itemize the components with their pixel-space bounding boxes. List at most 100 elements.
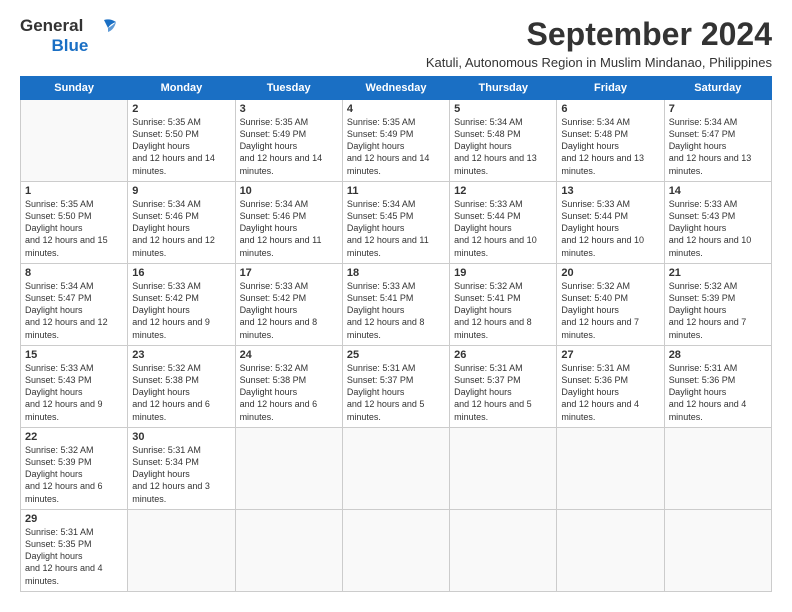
table-row [235,428,342,510]
table-row: 4Sunrise: 5:35 AMSunset: 5:49 PMDaylight… [342,100,449,182]
day-number: 8 [25,267,123,279]
table-row: 28Sunrise: 5:31 AMSunset: 5:36 PMDayligh… [664,346,771,428]
day-info: Sunrise: 5:34 AMSunset: 5:46 PMDaylight … [132,198,230,259]
header-wednesday: Wednesday [342,77,449,100]
day-number: 2 [132,103,230,115]
table-row: 23Sunrise: 5:32 AMSunset: 5:38 PMDayligh… [128,346,235,428]
table-row: 25Sunrise: 5:31 AMSunset: 5:37 PMDayligh… [342,346,449,428]
day-number: 4 [347,103,445,115]
table-row [128,510,235,592]
header-saturday: Saturday [664,77,771,100]
day-info: Sunrise: 5:33 AMSunset: 5:42 PMDaylight … [132,280,230,341]
day-number: 20 [561,267,659,279]
table-row [664,510,771,592]
day-number: 11 [347,185,445,197]
logo-blue: Blue [51,36,88,55]
day-info: Sunrise: 5:34 AMSunset: 5:47 PMDaylight … [25,280,123,341]
table-row: 10Sunrise: 5:34 AMSunset: 5:46 PMDayligh… [235,182,342,264]
table-row: 8Sunrise: 5:34 AMSunset: 5:47 PMDaylight… [21,264,128,346]
header-sunday: Sunday [21,77,128,100]
table-row [450,510,557,592]
day-number: 6 [561,103,659,115]
day-number: 15 [25,349,123,361]
day-info: Sunrise: 5:32 AMSunset: 5:38 PMDaylight … [132,362,230,423]
logo: General Blue [20,16,118,56]
table-row [557,428,664,510]
calendar-week-row: 2Sunrise: 5:35 AMSunset: 5:50 PMDaylight… [21,100,772,182]
day-info: Sunrise: 5:33 AMSunset: 5:44 PMDaylight … [561,198,659,259]
day-number: 23 [132,349,230,361]
day-number: 13 [561,185,659,197]
day-number: 5 [454,103,552,115]
table-row [235,510,342,592]
table-row: 9Sunrise: 5:34 AMSunset: 5:46 PMDaylight… [128,182,235,264]
day-info: Sunrise: 5:32 AMSunset: 5:38 PMDaylight … [240,362,338,423]
table-row: 11Sunrise: 5:34 AMSunset: 5:45 PMDayligh… [342,182,449,264]
table-row: 14Sunrise: 5:33 AMSunset: 5:43 PMDayligh… [664,182,771,264]
header-tuesday: Tuesday [235,77,342,100]
day-info: Sunrise: 5:34 AMSunset: 5:48 PMDaylight … [454,116,552,177]
table-row: 27Sunrise: 5:31 AMSunset: 5:36 PMDayligh… [557,346,664,428]
day-info: Sunrise: 5:31 AMSunset: 5:36 PMDaylight … [669,362,767,423]
day-info: Sunrise: 5:31 AMSunset: 5:37 PMDaylight … [347,362,445,423]
table-row: 30Sunrise: 5:31 AMSunset: 5:34 PMDayligh… [128,428,235,510]
table-row [664,428,771,510]
day-info: Sunrise: 5:34 AMSunset: 5:48 PMDaylight … [561,116,659,177]
day-info: Sunrise: 5:32 AMSunset: 5:39 PMDaylight … [25,444,123,505]
day-info: Sunrise: 5:32 AMSunset: 5:39 PMDaylight … [669,280,767,341]
logo-bird-icon [90,18,118,36]
header-friday: Friday [557,77,664,100]
day-number: 21 [669,267,767,279]
table-row [450,428,557,510]
day-info: Sunrise: 5:34 AMSunset: 5:45 PMDaylight … [347,198,445,259]
day-number: 14 [669,185,767,197]
table-row [21,100,128,182]
day-number: 10 [240,185,338,197]
table-row: 1Sunrise: 5:35 AMSunset: 5:50 PMDaylight… [21,182,128,264]
day-number: 26 [454,349,552,361]
header-thursday: Thursday [450,77,557,100]
month-title: September 2024 [426,16,772,53]
table-row: 24Sunrise: 5:32 AMSunset: 5:38 PMDayligh… [235,346,342,428]
title-section: September 2024 Katuli, Autonomous Region… [426,16,772,70]
calendar-week-row: 8Sunrise: 5:34 AMSunset: 5:47 PMDaylight… [21,264,772,346]
calendar-header-row: Sunday Monday Tuesday Wednesday Thursday… [21,77,772,100]
day-number: 17 [240,267,338,279]
day-number: 18 [347,267,445,279]
day-number: 22 [25,431,123,443]
day-info: Sunrise: 5:31 AMSunset: 5:37 PMDaylight … [454,362,552,423]
day-number: 3 [240,103,338,115]
day-number: 29 [25,513,123,525]
location-subtitle: Katuli, Autonomous Region in Muslim Mind… [426,55,772,70]
calendar-week-row: 22Sunrise: 5:32 AMSunset: 5:39 PMDayligh… [21,428,772,510]
day-number: 1 [25,185,123,197]
day-number: 27 [561,349,659,361]
table-row: 20Sunrise: 5:32 AMSunset: 5:40 PMDayligh… [557,264,664,346]
page-header: General Blue September 2024 Katuli, Auto… [20,16,772,70]
day-number: 9 [132,185,230,197]
table-row: 2Sunrise: 5:35 AMSunset: 5:50 PMDaylight… [128,100,235,182]
table-row [342,510,449,592]
day-number: 16 [132,267,230,279]
day-info: Sunrise: 5:33 AMSunset: 5:44 PMDaylight … [454,198,552,259]
day-number: 7 [669,103,767,115]
day-info: Sunrise: 5:35 AMSunset: 5:49 PMDaylight … [347,116,445,177]
table-row: 17Sunrise: 5:33 AMSunset: 5:42 PMDayligh… [235,264,342,346]
table-row: 19Sunrise: 5:32 AMSunset: 5:41 PMDayligh… [450,264,557,346]
table-row: 22Sunrise: 5:32 AMSunset: 5:39 PMDayligh… [21,428,128,510]
table-row: 5Sunrise: 5:34 AMSunset: 5:48 PMDaylight… [450,100,557,182]
day-info: Sunrise: 5:33 AMSunset: 5:42 PMDaylight … [240,280,338,341]
table-row: 16Sunrise: 5:33 AMSunset: 5:42 PMDayligh… [128,264,235,346]
day-info: Sunrise: 5:34 AMSunset: 5:47 PMDaylight … [669,116,767,177]
table-row: 18Sunrise: 5:33 AMSunset: 5:41 PMDayligh… [342,264,449,346]
day-info: Sunrise: 5:33 AMSunset: 5:41 PMDaylight … [347,280,445,341]
header-monday: Monday [128,77,235,100]
table-row: 6Sunrise: 5:34 AMSunset: 5:48 PMDaylight… [557,100,664,182]
table-row: 3Sunrise: 5:35 AMSunset: 5:49 PMDaylight… [235,100,342,182]
day-info: Sunrise: 5:33 AMSunset: 5:43 PMDaylight … [25,362,123,423]
day-info: Sunrise: 5:31 AMSunset: 5:36 PMDaylight … [561,362,659,423]
logo-general: General [20,16,83,35]
day-info: Sunrise: 5:31 AMSunset: 5:35 PMDaylight … [25,526,123,587]
day-info: Sunrise: 5:35 AMSunset: 5:50 PMDaylight … [25,198,123,259]
table-row: 7Sunrise: 5:34 AMSunset: 5:47 PMDaylight… [664,100,771,182]
